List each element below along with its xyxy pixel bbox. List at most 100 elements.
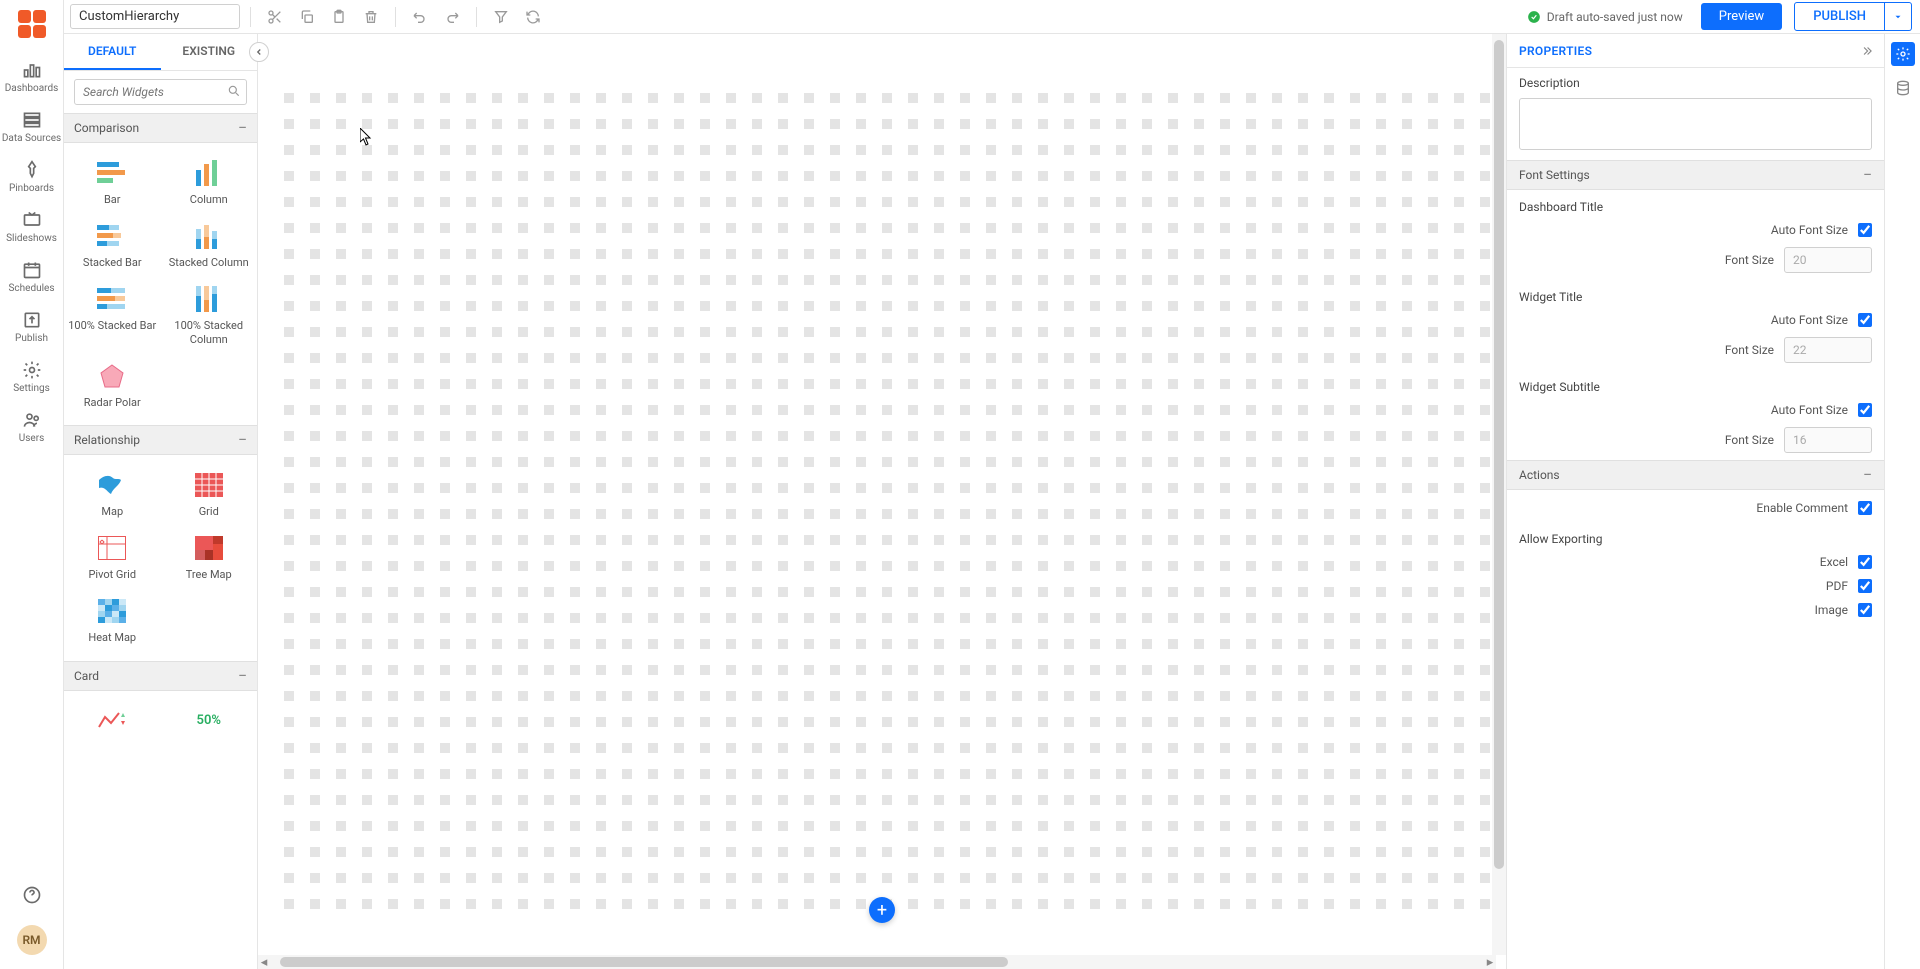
gear-icon bbox=[1895, 46, 1911, 62]
publish-dropdown[interactable] bbox=[1885, 2, 1912, 31]
widget-tree-map[interactable]: Tree Map bbox=[161, 526, 258, 589]
widget-title-label: Widget Title bbox=[1507, 280, 1884, 310]
widget-map[interactable]: Map bbox=[64, 463, 161, 526]
nav-publish[interactable]: Publish bbox=[0, 302, 63, 352]
subtitle-font-size-input[interactable] bbox=[1784, 427, 1872, 453]
description-input[interactable] bbox=[1519, 98, 1872, 150]
nav-label: Publish bbox=[15, 333, 48, 344]
cut-button[interactable] bbox=[261, 3, 289, 31]
font-settings-header[interactable]: Font Settings− bbox=[1507, 160, 1884, 190]
redo-button[interactable] bbox=[438, 3, 466, 31]
minus-icon: − bbox=[238, 432, 247, 448]
widget-stacked-bar[interactable]: Stacked Bar bbox=[64, 214, 161, 277]
search-icon bbox=[227, 84, 241, 98]
widget-pct-stacked-column[interactable]: 100% Stacked Column bbox=[161, 277, 258, 353]
heatmap-icon bbox=[98, 599, 126, 623]
tab-existing[interactable]: EXISTING bbox=[161, 34, 258, 70]
widget-font-size-input[interactable] bbox=[1784, 337, 1872, 363]
design-canvas[interactable]: + ◂ ▸ bbox=[258, 34, 1506, 969]
nav-data-sources[interactable]: Data Sources bbox=[0, 102, 63, 152]
refresh-button[interactable] bbox=[519, 3, 547, 31]
pct-bar-icon bbox=[97, 286, 127, 312]
nav-help[interactable] bbox=[0, 877, 63, 913]
dashboard-font-size-input[interactable] bbox=[1784, 247, 1872, 273]
nav-users[interactable]: Users bbox=[0, 402, 63, 452]
widget-radar-polar[interactable]: Radar Polar bbox=[64, 354, 161, 417]
widget-card-kpi[interactable] bbox=[64, 699, 161, 743]
description-label: Description bbox=[1507, 68, 1884, 94]
tab-default[interactable]: DEFAULT bbox=[64, 34, 161, 70]
map-icon bbox=[97, 472, 127, 498]
dashboard-auto-font-checkbox[interactable] bbox=[1858, 223, 1872, 237]
check-circle-icon bbox=[1527, 10, 1541, 24]
export-excel-checkbox[interactable] bbox=[1858, 555, 1872, 569]
nav-label: Pinboards bbox=[9, 183, 54, 194]
minus-icon: − bbox=[238, 668, 247, 684]
vertical-scrollbar[interactable] bbox=[1492, 34, 1506, 955]
section-comparison-header[interactable]: Comparison− bbox=[64, 113, 257, 143]
widget-pivot-grid[interactable]: Pivot Grid bbox=[64, 526, 161, 589]
publish-button[interactable]: PUBLISH bbox=[1794, 2, 1885, 31]
enable-comment-checkbox[interactable] bbox=[1858, 501, 1872, 515]
nav-label: Data Sources bbox=[2, 133, 61, 144]
gear-icon bbox=[22, 360, 42, 380]
minus-icon: − bbox=[238, 120, 247, 136]
trash-icon bbox=[363, 9, 379, 25]
copy-button[interactable] bbox=[293, 3, 321, 31]
right-rail bbox=[1884, 34, 1920, 969]
autosave-status: Draft auto-saved just now bbox=[1527, 10, 1683, 24]
undo-button[interactable] bbox=[406, 3, 434, 31]
nav-label: Schedules bbox=[8, 283, 54, 294]
filter-button[interactable] bbox=[487, 3, 515, 31]
export-pdf-checkbox[interactable] bbox=[1858, 579, 1872, 593]
widget-grid[interactable]: Grid bbox=[161, 463, 258, 526]
user-avatar[interactable]: RM bbox=[17, 925, 47, 955]
nav-schedules[interactable]: Schedules bbox=[0, 252, 63, 302]
data-tab-button[interactable] bbox=[1891, 76, 1915, 100]
section-card-header[interactable]: Card− bbox=[64, 661, 257, 691]
treemap-icon bbox=[195, 536, 223, 560]
widget-card-percent[interactable]: 50% bbox=[161, 699, 258, 743]
widget-heat-map[interactable]: Heat Map bbox=[64, 589, 161, 652]
add-widget-button[interactable]: + bbox=[869, 897, 895, 923]
widget-auto-font-checkbox[interactable] bbox=[1858, 313, 1872, 327]
preview-button[interactable]: Preview bbox=[1701, 3, 1782, 30]
widget-pct-stacked-bar[interactable]: 100% Stacked Bar bbox=[64, 277, 161, 353]
subtitle-auto-font-checkbox[interactable] bbox=[1858, 403, 1872, 417]
pivot-icon bbox=[98, 536, 126, 560]
nav-slideshows[interactable]: Slideshows bbox=[0, 202, 63, 252]
app-logo bbox=[18, 10, 46, 38]
paste-button[interactable] bbox=[325, 3, 353, 31]
users-icon bbox=[22, 410, 42, 430]
search-widgets-input[interactable] bbox=[74, 79, 247, 105]
export-image-checkbox[interactable] bbox=[1858, 603, 1872, 617]
dashboard-title-input[interactable] bbox=[70, 4, 240, 29]
expand-properties-button[interactable] bbox=[1856, 40, 1878, 62]
actions-header[interactable]: Actions− bbox=[1507, 460, 1884, 490]
widget-bar[interactable]: Bar bbox=[64, 151, 161, 214]
collapse-widgets-button[interactable] bbox=[249, 42, 269, 62]
nav-settings[interactable]: Settings bbox=[0, 352, 63, 402]
database-icon bbox=[1895, 80, 1911, 96]
delete-button[interactable] bbox=[357, 3, 385, 31]
refresh-icon bbox=[525, 9, 541, 25]
chevron-down-icon bbox=[1893, 12, 1903, 22]
top-toolbar: Draft auto-saved just now Preview PUBLIS… bbox=[64, 0, 1920, 34]
canvas-grid-pattern bbox=[284, 90, 1500, 909]
tv-icon bbox=[22, 210, 42, 230]
nav-dashboards[interactable]: Dashboards bbox=[0, 52, 63, 102]
widget-stacked-column[interactable]: Stacked Column bbox=[161, 214, 258, 277]
chevron-left-icon bbox=[254, 47, 264, 57]
radar-icon bbox=[97, 363, 127, 389]
minus-icon: − bbox=[1863, 467, 1872, 483]
properties-panel: PROPERTIES Description Font Settings− Da… bbox=[1506, 34, 1884, 969]
grid-icon bbox=[195, 473, 223, 497]
filter-icon bbox=[493, 9, 509, 25]
pct-column-icon bbox=[194, 286, 224, 312]
section-relationship-header[interactable]: Relationship− bbox=[64, 425, 257, 455]
widget-column[interactable]: Column bbox=[161, 151, 258, 214]
horizontal-scrollbar[interactable]: ◂ ▸ bbox=[258, 955, 1496, 969]
nav-pinboards[interactable]: Pinboards bbox=[0, 152, 63, 202]
properties-tab-button[interactable] bbox=[1891, 42, 1915, 66]
calendar-icon bbox=[22, 260, 42, 280]
